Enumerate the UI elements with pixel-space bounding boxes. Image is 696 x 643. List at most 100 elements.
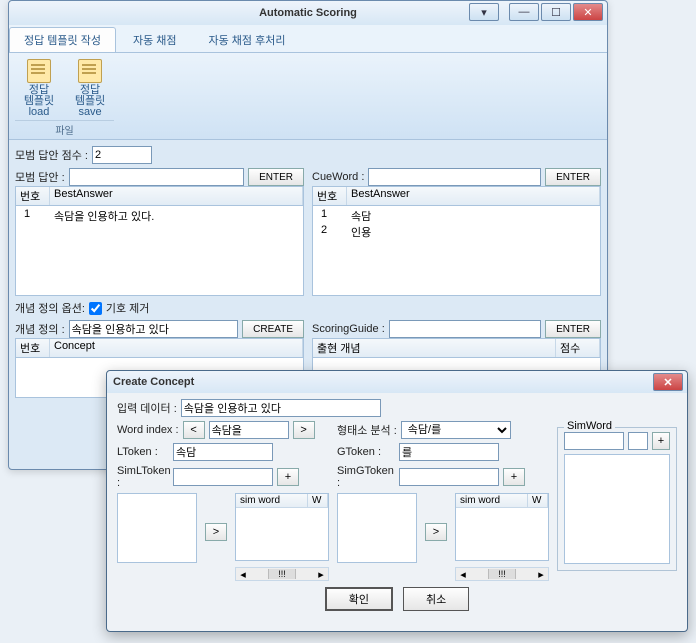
table-row[interactable]: 1 속담을 인용하고 있다. [16,208,303,224]
titlebar[interactable]: Automatic Scoring ▾ — ☐ ✕ [9,1,607,25]
simword-listbox[interactable] [564,454,670,564]
best-answer-enter-button[interactable]: ENTER [248,168,304,186]
simword-mid-table[interactable]: sim word W [455,493,549,561]
help-button[interactable]: ▾ [469,3,499,21]
cell-text: 인용 [347,224,375,240]
cueword-input[interactable] [368,168,541,186]
cell-no: 2 [317,224,347,240]
simltoken-add-button[interactable]: + [277,468,299,486]
simltoken-label: SimLToken : [117,465,169,489]
table-row[interactable]: 1 속담 [313,208,600,224]
dialog-titlebar[interactable]: Create Concept ✕ [107,371,687,393]
gtoken-label: GToken : [337,446,395,458]
simword-mid-scrollbar[interactable]: ◂ !!! ▸ [455,567,549,581]
document-icon [27,59,51,83]
concept-th-no: 번호 [16,339,50,357]
ribbon-load-label: 정답 템플릿 load [17,85,61,118]
best-th-no: 번호 [16,187,50,205]
simltoken-listbox[interactable] [117,493,197,563]
best-answer-input[interactable] [69,168,244,186]
simword-mid-col-w: W [528,494,548,507]
simword-field2[interactable] [628,432,648,450]
simword-left-scrollbar[interactable]: ◂ !!! ▸ [235,567,329,581]
cancel-button[interactable]: 취소 [403,587,469,611]
ribbon-save-button[interactable]: 정답 템플릿 save [66,57,114,120]
ribbon-save-label: 정답 템플릿 save [68,85,112,118]
dialog-title-text: Create Concept [113,376,194,388]
close-button[interactable]: ✕ [573,3,603,21]
scoring-th-concept: 출현 개념 [313,339,556,357]
ribbon-load-button[interactable]: 정답 템플릿 load [15,57,63,120]
concept-def-input[interactable] [69,320,239,338]
cue-th-no: 번호 [313,187,347,205]
simgtoken-move-button[interactable]: > [425,523,447,541]
cell-text: 속담을 인용하고 있다. [50,208,158,224]
best-table-body[interactable]: 1 속담을 인용하고 있다. [15,206,304,296]
ribbon-group-file: 정답 템플릿 load 정답 템플릿 save 파일 [15,57,114,137]
cueword-label: CueWord : [312,171,364,183]
scoring-table-header: 출현 개념 점수 [312,338,601,358]
morph-select[interactable]: 속담/를 [401,421,511,439]
scroll-left-icon[interactable]: ◂ [456,568,470,581]
ok-button[interactable]: 확인 [325,587,393,611]
create-concept-dialog: Create Concept ✕ 입력 데이터 : Word index : <… [106,370,688,632]
score-input[interactable] [92,146,152,164]
word-index-label: Word index : [117,424,179,436]
scoring-th-score: 점수 [556,339,600,357]
table-row[interactable]: 2 인용 [313,224,600,240]
minimize-button[interactable]: — [509,3,539,21]
maximize-button[interactable]: ☐ [541,3,571,21]
ribbon-tabs: 정답 템플릿 작성 자동 채점 자동 채점 후처리 [9,25,607,53]
cue-table-body[interactable]: 1 속담 2 인용 [312,206,601,296]
scroll-thumb[interactable]: !!! [488,569,516,579]
scroll-left-icon[interactable]: ◂ [236,568,250,581]
simgtoken-label: SimGToken : [337,465,395,489]
tab-template[interactable]: 정답 템플릿 작성 [9,27,116,52]
input-data-field[interactable] [181,399,381,417]
gtoken-field[interactable] [399,443,499,461]
cell-no: 1 [317,208,347,224]
cueword-enter-button[interactable]: ENTER [545,168,601,186]
content-area: 모범 답안 점수 : 모범 답안 : ENTER 번호 BestAnswer 1… [9,140,607,404]
ltoken-field[interactable] [173,443,273,461]
create-button[interactable]: CREATE [242,320,304,338]
best-th-answer: BestAnswer [50,187,303,205]
remove-symbol-checkbox[interactable] [89,302,102,315]
simgtoken-add-button[interactable]: + [503,468,525,486]
word-index-next-button[interactable]: > [293,421,315,439]
simword-left-table[interactable]: sim word W [235,493,329,561]
word-index-field[interactable] [209,421,289,439]
concept-def-label: 개념 정의 : [15,321,65,337]
window-controls: ▾ — ☐ ✕ [469,3,603,21]
simword-legend: SimWord [564,420,615,432]
scroll-right-icon[interactable]: ▸ [314,568,328,581]
tab-auto-score[interactable]: 자동 채점 [118,27,192,52]
cue-table-header: 번호 BestAnswer [312,186,601,206]
scroll-thumb[interactable]: !!! [268,569,296,579]
best-table-header: 번호 BestAnswer [15,186,304,206]
scoring-guide-label: ScoringGuide : [312,323,385,335]
concept-th-concept: Concept [50,339,303,357]
scoring-guide-input[interactable] [389,320,541,338]
ribbon: 정답 템플릿 load 정답 템플릿 save 파일 [9,53,607,140]
cell-no: 1 [20,208,50,224]
dialog-close-button[interactable]: ✕ [653,373,683,391]
score-row: 모범 답안 점수 : [15,146,601,164]
best-answer-label: 모범 답안 : [15,169,65,185]
scroll-right-icon[interactable]: ▸ [534,568,548,581]
morph-label: 형태소 분석 : [337,422,397,438]
simltoken-move-button[interactable]: > [205,523,227,541]
simword-field1[interactable] [564,432,624,450]
input-data-label: 입력 데이터 : [117,400,177,416]
simltoken-field[interactable] [173,468,273,486]
simword-mid-col-word: sim word [456,494,528,507]
simword-left-col-w: W [308,494,328,507]
scoring-guide-enter-button[interactable]: ENTER [545,320,601,338]
simgtoken-listbox[interactable] [337,493,417,563]
word-index-prev-button[interactable]: < [183,421,205,439]
tab-postprocess[interactable]: 자동 채점 후처리 [194,27,301,52]
concept-option-row: 개념 정의 옵션: 기호 제거 [15,300,601,316]
simword-fieldset: SimWord + [557,427,677,571]
simword-add-button[interactable]: + [652,432,670,450]
simgtoken-field[interactable] [399,468,499,486]
